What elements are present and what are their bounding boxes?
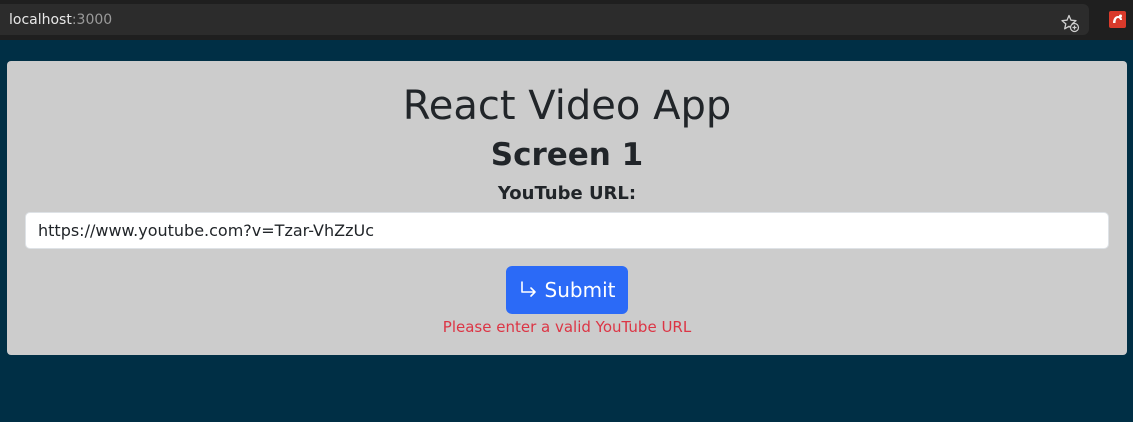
screen-subtitle: Screen 1	[490, 137, 644, 173]
page-title: React Video App	[402, 83, 732, 129]
url-host: localhost	[9, 12, 72, 28]
error-message: Please enter a valid YouTube URL	[442, 318, 692, 336]
address-bar[interactable]: localhost:3000	[0, 4, 1089, 35]
submit-button[interactable]: Submit	[506, 266, 628, 314]
enter-arrow-icon	[519, 281, 539, 299]
url-port: :3000	[71, 12, 113, 28]
star-add-icon[interactable]	[1060, 13, 1080, 33]
youtube-url-input[interactable]	[25, 212, 1109, 249]
youtube-url-label: YouTube URL:	[497, 183, 637, 204]
extension-icon[interactable]	[1109, 11, 1126, 28]
submit-label: Submit	[544, 278, 616, 302]
video-form-card: React Video App Screen 1 YouTube URL: Su…	[7, 61, 1127, 355]
address-url[interactable]: localhost:3000	[9, 12, 112, 28]
browser-toolbar: localhost:3000	[0, 0, 1133, 40]
